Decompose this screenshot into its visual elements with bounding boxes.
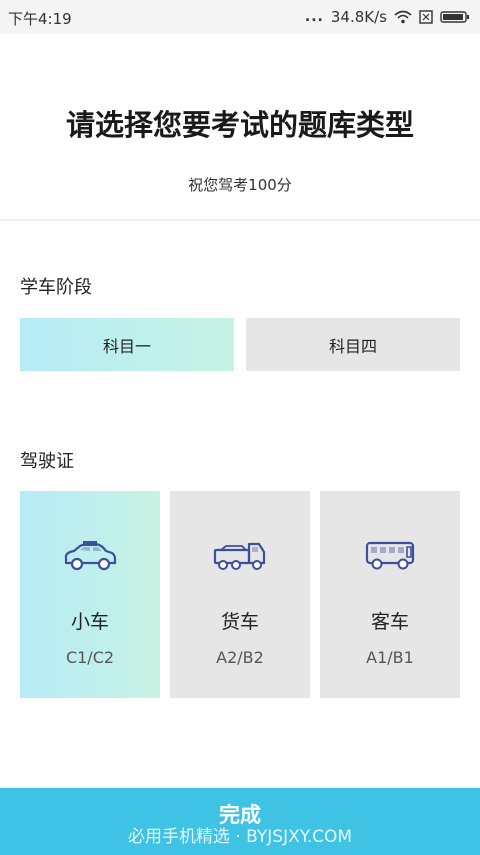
network-speed: 34.8K/s <box>330 8 387 26</box>
license-name: 货车 <box>220 611 259 633</box>
license-card-bus[interactable]: 客车 A1/B1 <box>320 491 460 698</box>
license-code: A1/B1 <box>366 648 414 667</box>
car-icon <box>64 541 117 571</box>
status-time: 下午4:19 <box>8 10 72 28</box>
more-dots-icon: ... <box>304 9 324 25</box>
sim-icon <box>419 10 433 24</box>
stage-section-title: 学车阶段 <box>20 277 92 298</box>
stage-option-subject-one[interactable]: 科目一 <box>20 318 234 371</box>
bus-icon <box>365 541 415 570</box>
license-code: C1/C2 <box>65 648 115 667</box>
watermark: 必用手机精选 · BYJSJXY.COM <box>127 827 353 847</box>
license-name: 小车 <box>70 611 109 633</box>
license-section-title: 驾驶证 <box>20 451 74 472</box>
status-bar: 下午4:19 ... 34.8K/s <box>0 0 480 34</box>
wifi-icon <box>394 10 412 24</box>
page-subtitle: 祝您驾考100分 <box>188 176 292 194</box>
license-code: A2/B2 <box>216 648 264 667</box>
battery-icon <box>440 11 469 23</box>
stage-option-label: 科目四 <box>328 336 377 356</box>
stage-option-label: 科目一 <box>102 336 151 356</box>
page-title: 请选择您要考试的题库类型 <box>65 108 414 142</box>
header-divider <box>0 219 480 221</box>
truck-icon <box>213 542 266 570</box>
license-card-truck[interactable]: 货车 A2/B2 <box>170 491 310 698</box>
stage-option-subject-four[interactable]: 科目四 <box>246 318 460 371</box>
license-card-car[interactable]: 小车 C1/C2 <box>20 491 160 698</box>
license-name: 客车 <box>370 611 409 633</box>
status-icons: ... 34.8K/s <box>305 8 470 26</box>
